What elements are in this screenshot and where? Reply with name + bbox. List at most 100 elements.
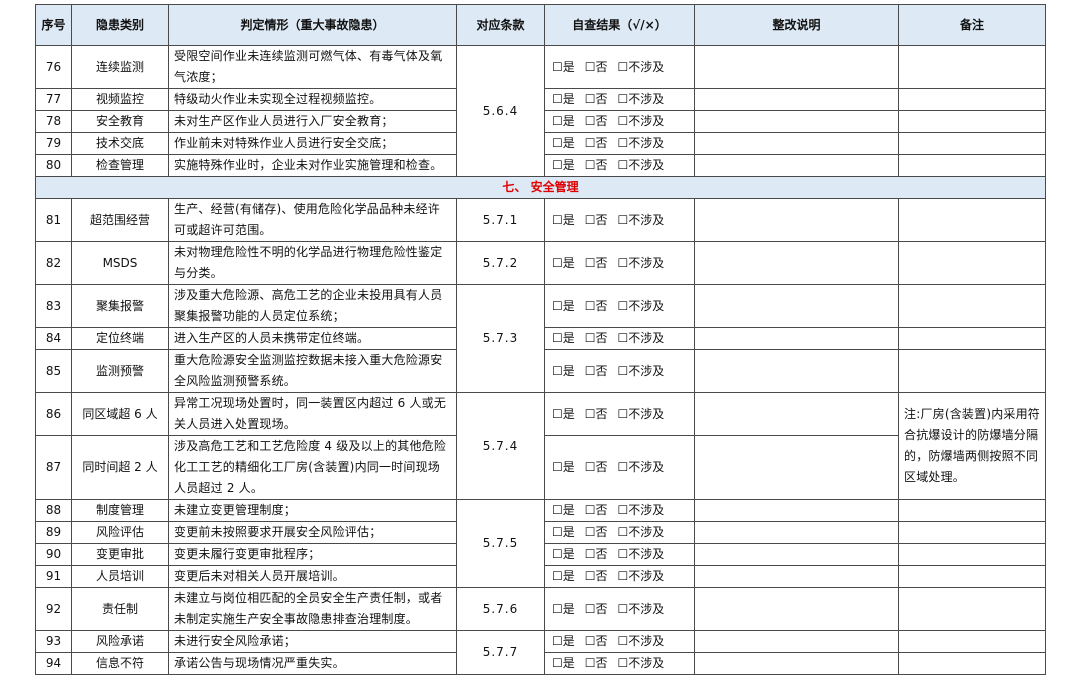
option-yes[interactable]: ☐是 — [552, 656, 575, 670]
option-na[interactable]: ☐不涉及 — [618, 331, 665, 345]
option-no[interactable]: ☐否 — [585, 569, 608, 583]
option-no[interactable]: ☐否 — [585, 213, 608, 227]
self-check-options[interactable]: ☐是 ☐否 ☐不涉及 — [544, 435, 695, 500]
option-no[interactable]: ☐否 — [585, 602, 608, 616]
option-na[interactable]: ☐不涉及 — [618, 407, 665, 421]
remark-cell[interactable] — [898, 349, 1046, 393]
self-check-options[interactable]: ☐是 ☐否 ☐不涉及 — [544, 88, 695, 111]
option-yes[interactable]: ☐是 — [552, 92, 575, 106]
option-no[interactable]: ☐否 — [585, 114, 608, 128]
option-yes[interactable]: ☐是 — [552, 525, 575, 539]
self-check-options[interactable]: ☐是 ☐否 ☐不涉及 — [544, 154, 695, 177]
self-check-options[interactable]: ☐是 ☐否 ☐不涉及 — [544, 543, 695, 566]
option-na[interactable]: ☐不涉及 — [618, 656, 665, 670]
self-check-options[interactable]: ☐是 ☐否 ☐不涉及 — [544, 565, 695, 588]
option-na[interactable]: ☐不涉及 — [618, 158, 665, 172]
rectify-cell[interactable] — [694, 565, 899, 588]
option-no[interactable]: ☐否 — [585, 525, 608, 539]
remark-cell[interactable] — [898, 284, 1046, 328]
self-check-options[interactable]: ☐是 ☐否 ☐不涉及 — [544, 349, 695, 393]
self-check-options[interactable]: ☐是 ☐否 ☐不涉及 — [544, 198, 695, 242]
rectify-cell[interactable] — [694, 132, 899, 155]
option-na[interactable]: ☐不涉及 — [618, 92, 665, 106]
remark-cell[interactable] — [898, 88, 1046, 111]
rectify-cell[interactable] — [694, 499, 899, 522]
rectify-cell[interactable] — [694, 110, 899, 133]
remark-cell[interactable] — [898, 565, 1046, 588]
option-no[interactable]: ☐否 — [585, 656, 608, 670]
rectify-cell[interactable] — [694, 521, 899, 544]
option-yes[interactable]: ☐是 — [552, 213, 575, 227]
remark-cell[interactable] — [898, 154, 1046, 177]
remark-cell[interactable] — [898, 198, 1046, 242]
option-yes[interactable]: ☐是 — [552, 407, 575, 421]
remark-cell[interactable] — [898, 521, 1046, 544]
option-no[interactable]: ☐否 — [585, 92, 608, 106]
option-na[interactable]: ☐不涉及 — [618, 114, 665, 128]
option-na[interactable]: ☐不涉及 — [618, 547, 665, 561]
remark-cell[interactable] — [898, 652, 1046, 675]
option-no[interactable]: ☐否 — [585, 364, 608, 378]
rectify-cell[interactable] — [694, 88, 899, 111]
option-no[interactable]: ☐否 — [585, 158, 608, 172]
remark-cell[interactable] — [898, 45, 1046, 89]
rectify-cell[interactable] — [694, 587, 899, 631]
remark-cell[interactable] — [898, 543, 1046, 566]
rectify-cell[interactable] — [694, 241, 899, 285]
option-no[interactable]: ☐否 — [585, 60, 608, 74]
rectify-cell[interactable] — [694, 435, 899, 500]
rectify-cell[interactable] — [694, 45, 899, 89]
option-yes[interactable]: ☐是 — [552, 602, 575, 616]
option-yes[interactable]: ☐是 — [552, 60, 575, 74]
option-na[interactable]: ☐不涉及 — [618, 364, 665, 378]
rectify-cell[interactable] — [694, 154, 899, 177]
option-na[interactable]: ☐不涉及 — [618, 602, 665, 616]
option-na[interactable]: ☐不涉及 — [618, 299, 665, 313]
option-yes[interactable]: ☐是 — [552, 569, 575, 583]
option-no[interactable]: ☐否 — [585, 299, 608, 313]
remark-cell[interactable] — [898, 630, 1046, 653]
option-no[interactable]: ☐否 — [585, 547, 608, 561]
option-yes[interactable]: ☐是 — [552, 256, 575, 270]
rectify-cell[interactable] — [694, 652, 899, 675]
remark-cell[interactable] — [898, 132, 1046, 155]
option-na[interactable]: ☐不涉及 — [618, 136, 665, 150]
option-na[interactable]: ☐不涉及 — [618, 60, 665, 74]
self-check-options[interactable]: ☐是 ☐否 ☐不涉及 — [544, 241, 695, 285]
remark-cell[interactable] — [898, 499, 1046, 522]
option-yes[interactable]: ☐是 — [552, 114, 575, 128]
remark-cell[interactable] — [898, 110, 1046, 133]
option-na[interactable]: ☐不涉及 — [618, 256, 665, 270]
remark-cell[interactable] — [898, 241, 1046, 285]
self-check-options[interactable]: ☐是 ☐否 ☐不涉及 — [544, 284, 695, 328]
option-no[interactable]: ☐否 — [585, 460, 608, 474]
option-na[interactable]: ☐不涉及 — [618, 460, 665, 474]
option-no[interactable]: ☐否 — [585, 407, 608, 421]
option-yes[interactable]: ☐是 — [552, 158, 575, 172]
option-yes[interactable]: ☐是 — [552, 299, 575, 313]
option-na[interactable]: ☐不涉及 — [618, 213, 665, 227]
self-check-options[interactable]: ☐是 ☐否 ☐不涉及 — [544, 630, 695, 653]
option-yes[interactable]: ☐是 — [552, 547, 575, 561]
rectify-cell[interactable] — [694, 392, 899, 436]
option-na[interactable]: ☐不涉及 — [618, 525, 665, 539]
self-check-options[interactable]: ☐是 ☐否 ☐不涉及 — [544, 327, 695, 350]
option-no[interactable]: ☐否 — [585, 634, 608, 648]
rectify-cell[interactable] — [694, 349, 899, 393]
self-check-options[interactable]: ☐是 ☐否 ☐不涉及 — [544, 110, 695, 133]
option-yes[interactable]: ☐是 — [552, 364, 575, 378]
option-yes[interactable]: ☐是 — [552, 503, 575, 517]
self-check-options[interactable]: ☐是 ☐否 ☐不涉及 — [544, 132, 695, 155]
option-na[interactable]: ☐不涉及 — [618, 634, 665, 648]
option-yes[interactable]: ☐是 — [552, 460, 575, 474]
self-check-options[interactable]: ☐是 ☐否 ☐不涉及 — [544, 499, 695, 522]
rectify-cell[interactable] — [694, 630, 899, 653]
self-check-options[interactable]: ☐是 ☐否 ☐不涉及 — [544, 652, 695, 675]
rectify-cell[interactable] — [694, 284, 899, 328]
option-yes[interactable]: ☐是 — [552, 331, 575, 345]
self-check-options[interactable]: ☐是 ☐否 ☐不涉及 — [544, 392, 695, 436]
option-na[interactable]: ☐不涉及 — [618, 569, 665, 583]
option-yes[interactable]: ☐是 — [552, 634, 575, 648]
option-no[interactable]: ☐否 — [585, 256, 608, 270]
remark-cell[interactable] — [898, 327, 1046, 350]
